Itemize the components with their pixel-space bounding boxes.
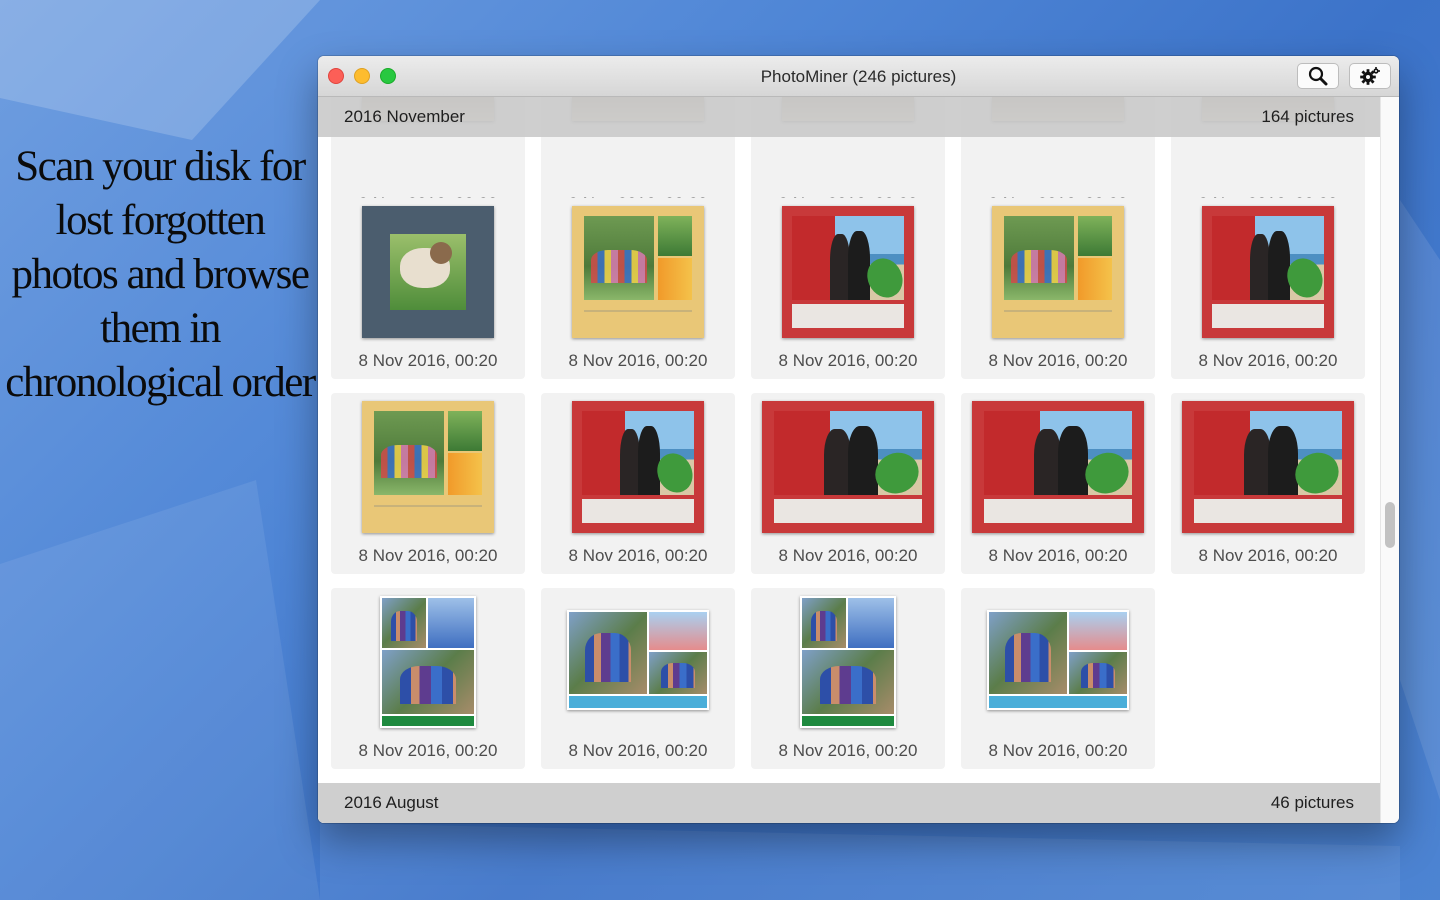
photo-date: 8 Nov 2016, 00:20 [568, 741, 708, 760]
photo-tile[interactable]: 8 Nov 2016, 00:20 [541, 393, 735, 574]
photo-tile[interactable]: 8 Nov 2016, 00:20 [961, 588, 1155, 769]
photo-grid[interactable]: 8 Nov 2016, 00:20 8 Nov 2016, 00:20 8 Nov … [318, 97, 1380, 823]
photo-tile[interactable]: 8 Nov 2016, 00:20 [751, 588, 945, 769]
photo-date: 8 Nov 2016, 00:20 [778, 741, 918, 760]
photo-thumbnail-book-red [572, 401, 704, 533]
title-bar[interactable]: PhotoMiner (246 pictures) [318, 56, 1399, 97]
photo-thumbnail-collage-landscape [567, 610, 709, 710]
photo-date: 8 Nov 2016, 00:20 [358, 546, 498, 565]
photo-tile[interactable]: 8 Nov 2016, 00:20 [331, 198, 525, 379]
photo-tile[interactable]: 8 Nov 2016, 00:20 [1171, 198, 1365, 379]
photo-tile[interactable]: 8 Nov 2016, 00:20 [541, 198, 735, 379]
photo-date: 8 Nov 2016, 00:20 [358, 351, 498, 370]
photo-date: 8 Nov 2016, 00:20 [358, 741, 498, 760]
scrollbar-thumb[interactable] [1385, 502, 1395, 548]
photo-tile[interactable]: 8 Nov 2016, 00:20 [331, 588, 525, 769]
photo-tile[interactable]: 8 Nov 2016, 00:20 [541, 588, 735, 769]
section-count: 164 pictures [1261, 107, 1354, 126]
photo-tile[interactable]: 8 Nov 2016, 00:20 [961, 198, 1155, 379]
search-button[interactable] [1297, 63, 1339, 89]
photo-date: 8 Nov 2016, 00:20 [988, 546, 1128, 565]
section-header-november: 2016 November 164 pictures [318, 97, 1380, 137]
photo-tile[interactable]: 8 Nov 2016, 00:20 [751, 393, 945, 574]
promo-headline: Scan your disk for lost forgotten photos… [5, 143, 316, 406]
photo-tile[interactable]: 8 Nov 2016, 00:20 [331, 393, 525, 574]
photo-thumbnail-book-yellow [992, 206, 1124, 338]
gear-icon [1360, 67, 1380, 85]
photo-thumbnail-collage-portrait [800, 596, 896, 728]
photo-thumbnail-book-red-landscape [1182, 401, 1354, 533]
photo-thumbnail-collage-landscape [987, 610, 1129, 710]
photo-date: 8 Nov 2016, 00:20 [988, 351, 1128, 370]
section-label: 2016 August [344, 793, 439, 812]
photo-date: 8 Nov 2016, 00:20 [988, 741, 1128, 760]
photo-date: 8 Nov 2016, 00:20 [778, 546, 918, 565]
photo-thumbnail-book-slate [362, 206, 494, 338]
photo-date: 8 Nov 2016, 00:20 [1198, 351, 1338, 370]
photo-thumbnail-book-yellow [572, 206, 704, 338]
photo-tile[interactable]: 8 Nov 2016, 00:20 [751, 198, 945, 379]
photo-thumbnail-book-red-landscape [762, 401, 934, 533]
photo-date: 8 Nov 2016, 00:20 [1198, 546, 1338, 565]
photo-tile[interactable]: 8 Nov 2016, 00:20 [1171, 393, 1365, 574]
photo-date: 8 Nov 2016, 00:20 [778, 351, 918, 370]
scrollbar-track[interactable] [1380, 97, 1399, 823]
photo-thumbnail-book-red [782, 206, 914, 338]
section-count: 46 pictures [1270, 793, 1354, 812]
photo-thumbnail-book-red-landscape [972, 401, 1144, 533]
photo-thumbnail-collage-portrait [380, 596, 476, 728]
window-title: PhotoMiner (246 pictures) [760, 67, 957, 86]
app-window: PhotoMiner (246 pictures) 8 Nov 2016, 00… [318, 56, 1399, 823]
section-header-august: 2016 August 46 pictures [318, 783, 1380, 823]
photo-date: 8 Nov 2016, 00:20 [568, 351, 708, 370]
settings-button[interactable] [1349, 63, 1391, 89]
photo-tile[interactable]: 8 Nov 2016, 00:20 [961, 393, 1155, 574]
search-icon [1308, 66, 1328, 86]
section-label: 2016 November [344, 107, 465, 126]
photo-thumbnail-book-red [1202, 206, 1334, 338]
photo-date: 8 Nov 2016, 00:20 [568, 546, 708, 565]
photo-thumbnail-book-yellow [362, 401, 494, 533]
